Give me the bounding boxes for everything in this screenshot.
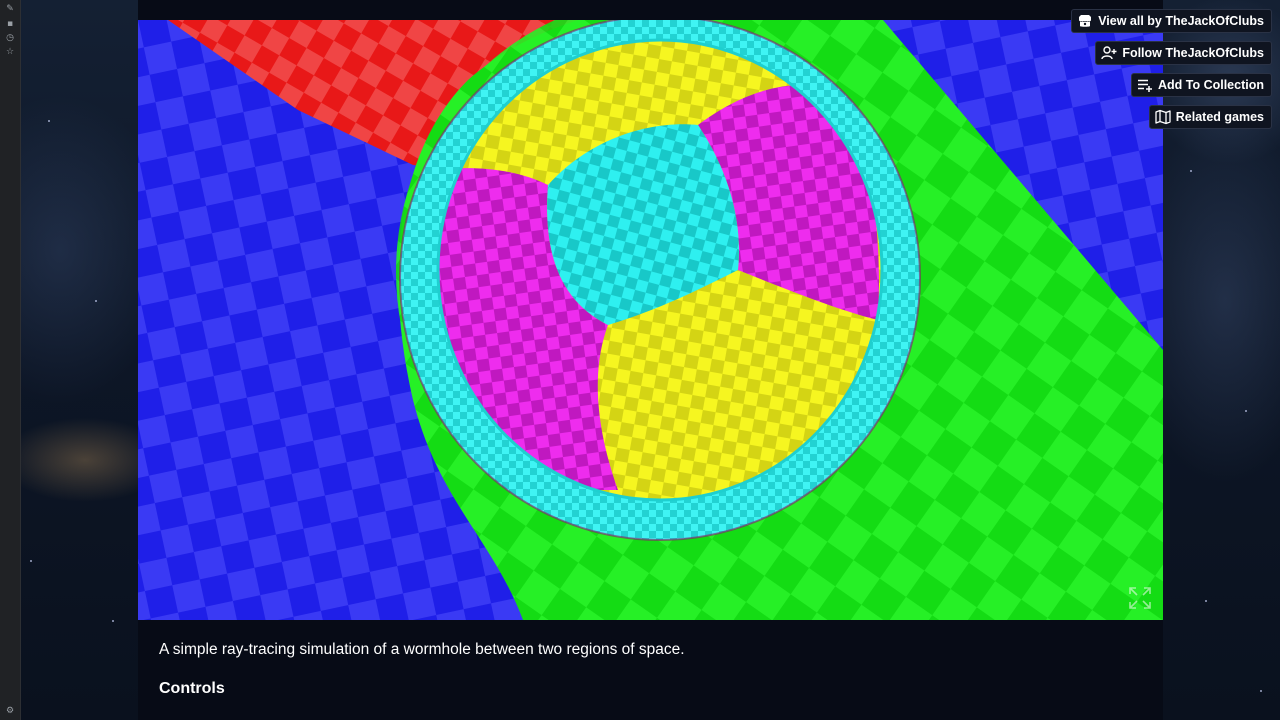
bookmark-icon[interactable]: ▪ (5, 19, 15, 29)
related-games-label: Related games (1175, 110, 1264, 124)
star (95, 300, 97, 302)
game-canvas[interactable] (138, 20, 1163, 620)
star (112, 620, 114, 622)
game-description: A simple ray-tracing simulation of a wor… (159, 641, 685, 658)
itch-logo-icon (1077, 13, 1093, 29)
add-to-collection-label: Add To Collection (1157, 78, 1264, 92)
star (1205, 600, 1207, 602)
star (1260, 690, 1262, 692)
star (1190, 170, 1192, 172)
star (1245, 410, 1247, 412)
star (30, 560, 32, 562)
history-icon[interactable]: ◷ (5, 33, 15, 43)
extension-icon[interactable]: ✎ (5, 4, 15, 14)
related-games-button[interactable]: Related games (1148, 105, 1272, 129)
browser-side-strip: ✎ ▪ ◷ ☆ ⚙ (0, 0, 21, 720)
fullscreen-icon (1129, 587, 1151, 609)
view-all-button[interactable]: View all by TheJackOfClubs (1071, 9, 1272, 33)
follow-button[interactable]: Follow TheJackOfClubs (1095, 41, 1272, 65)
map-icon (1155, 109, 1171, 125)
settings-icon[interactable]: ⚙ (5, 706, 15, 716)
user-plus-icon (1101, 45, 1117, 61)
star-icon[interactable]: ☆ (5, 47, 15, 57)
follow-label: Follow TheJackOfClubs (1122, 46, 1264, 60)
view-all-label: View all by TheJackOfClubs (1098, 14, 1264, 28)
playlist-add-icon (1137, 77, 1153, 93)
controls-heading: Controls (159, 680, 225, 697)
fullscreen-button[interactable] (1127, 585, 1153, 611)
star (48, 120, 50, 122)
add-to-collection-button[interactable]: Add To Collection (1130, 73, 1272, 97)
